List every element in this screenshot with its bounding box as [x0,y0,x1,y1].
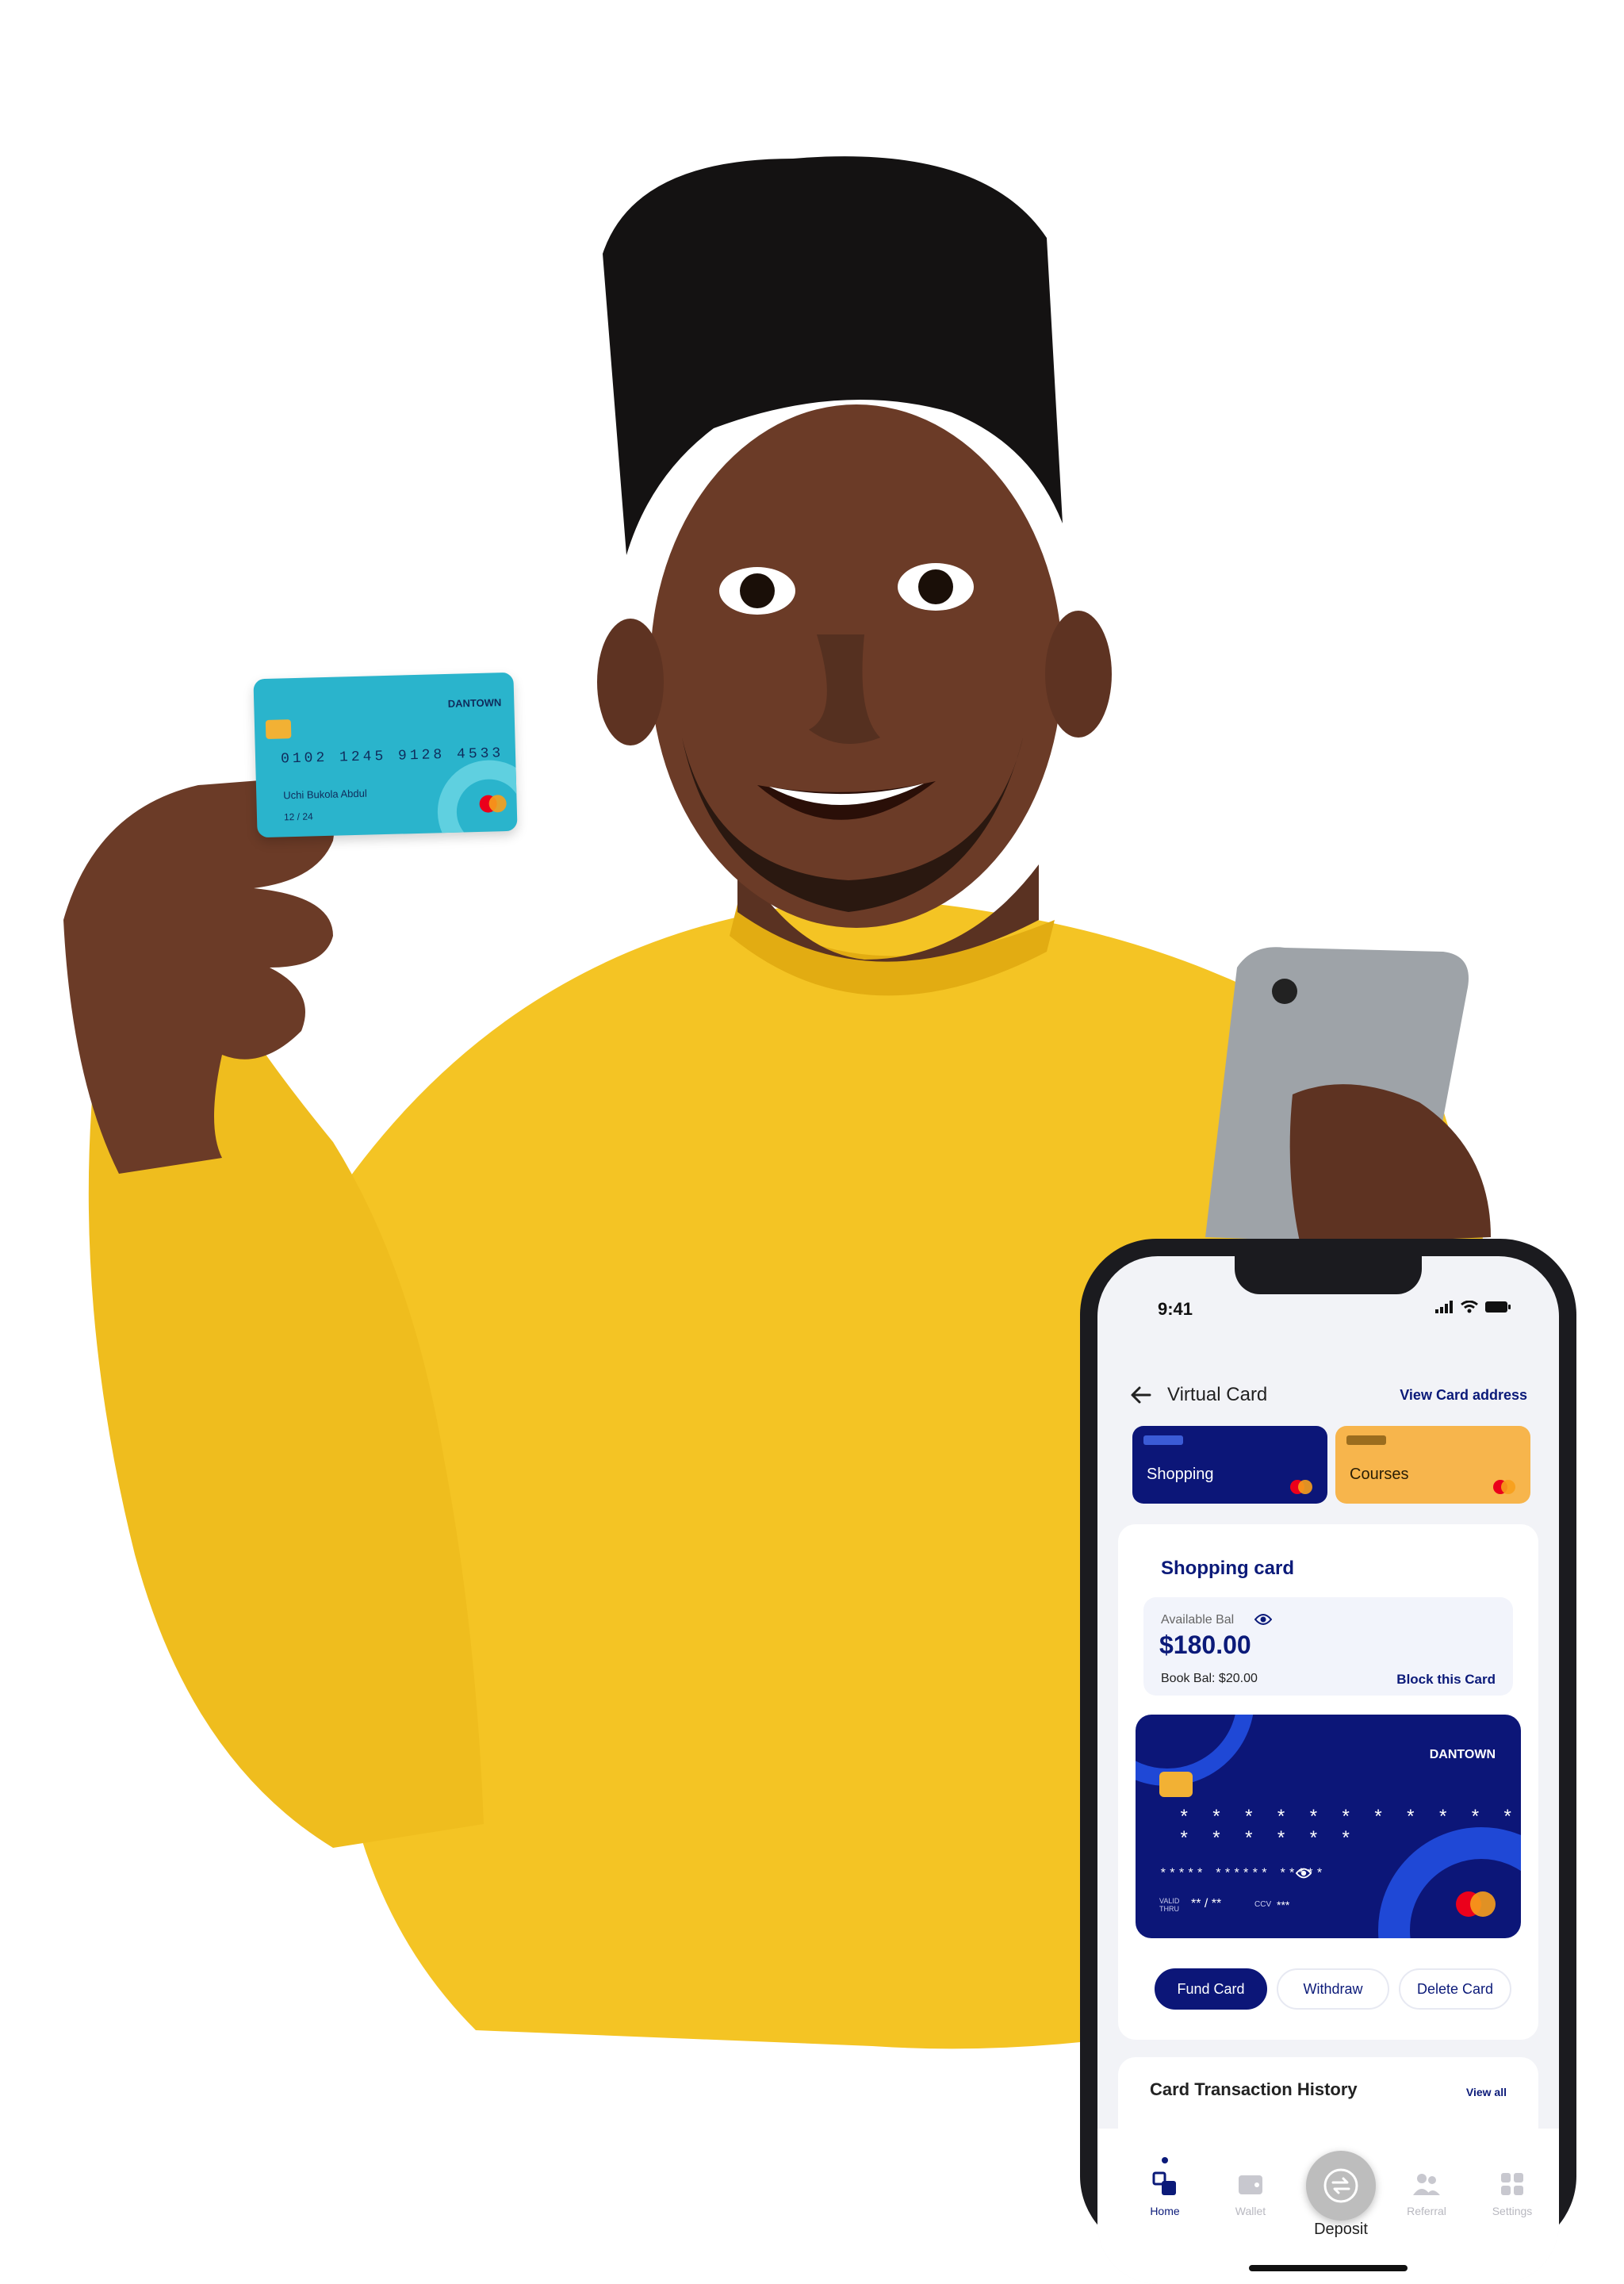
card-tabs: Shopping Courses [1132,1426,1530,1504]
card-decor-arc [1136,1715,1254,1786]
nav-label: Settings [1492,2205,1533,2217]
masked-card-number: * * * * * * * * * * * * * * * * * [1178,1808,1519,1851]
status-icons [1435,1301,1511,1313]
battery-icon [1485,1301,1511,1313]
card-holder-name: Uchi Bukola Abdul [283,787,367,802]
card-chip-icon [265,719,292,739]
phone-frame: 9:41 Virtual Card View Card address Shop… [1080,1239,1576,2284]
mastercard-icon [1456,1891,1496,1917]
nav-label: Deposit [1314,2221,1368,2238]
referral-icon [1413,2174,1440,2195]
history-title: Card Transaction History [1150,2079,1358,2099]
card-actions: Fund Card Withdraw Delete Card [1155,1968,1511,2010]
mastercard-icon [479,795,507,813]
held-credit-card: DANTOWN 0102 1245 9128 4533 Uchi Bukola … [253,672,518,838]
block-card-link[interactable]: Block this Card [1396,1672,1496,1688]
signal-icon [1435,1301,1453,1313]
nav-label: Wallet [1235,2205,1266,2217]
phone-notch [1235,1256,1422,1294]
eye-icon[interactable] [1296,1867,1312,1880]
wifi-icon [1461,1301,1478,1313]
nav-referral[interactable]: Referral [1391,2168,1462,2217]
card-chip-icon [1159,1772,1193,1797]
nav-home[interactable]: Home [1129,2157,1201,2217]
screen-header: Virtual Card View Card address [1129,1375,1527,1415]
nav-label: Referral [1407,2205,1446,2217]
card-tab-label: Courses [1350,1466,1409,1483]
valid-thru-value: ** / ** [1191,1897,1222,1910]
active-indicator [1162,2157,1168,2163]
mastercard-icon [1493,1480,1515,1494]
ccv-label: CCV [1254,1900,1272,1909]
balance-box: Available Bal $180.00 Book Bal: $20.00 B… [1143,1597,1513,1696]
card-tab-shopping[interactable]: Shopping [1132,1426,1327,1504]
fund-card-button[interactable]: Fund Card [1155,1968,1267,2010]
book-balance[interactable]: Book Bal: $20.00 [1161,1672,1258,1686]
view-all-link[interactable]: View all [1466,2086,1507,2098]
swap-icon [1323,2168,1358,2203]
delete-card-button[interactable]: Delete Card [1399,1968,1511,2010]
ccv-value: *** [1277,1899,1290,1911]
valid-thru-label: VALID THRU [1159,1897,1180,1913]
card-brand-logo: DANTOWN [1429,1748,1496,1761]
deposit-fab[interactable] [1306,2151,1376,2221]
panel-title: Shopping card [1161,1558,1294,1579]
settings-grid-icon [1501,2173,1523,2195]
card-expiry: 12 / 24 [283,811,313,823]
card-tab-label: Shopping [1147,1466,1214,1483]
wallet-icon [1239,2175,1262,2194]
virtual-card-display: DANTOWN * * * * * * * * * * * * * * * * … [1136,1715,1521,1938]
card-brand-logo: DANTOWN [447,696,502,710]
page-title: Virtual Card [1167,1384,1268,1405]
available-balance-label: Available Bal [1161,1613,1235,1627]
phone-screen: 9:41 Virtual Card View Card address Shop… [1097,1256,1559,2284]
mastercard-icon [1290,1480,1312,1494]
nav-settings[interactable]: Settings [1477,2168,1548,2217]
available-balance-value: $180.00 [1159,1631,1251,1659]
card-tab-courses[interactable]: Courses [1335,1426,1530,1504]
dantown-mini-logo-icon [1143,1435,1183,1445]
home-icon [1152,2171,1176,2195]
eye-icon[interactable] [1254,1613,1272,1626]
card-detail-panel: Shopping card Available Bal $180.00 Book… [1118,1524,1538,2040]
dantown-mini-logo-icon [1346,1435,1386,1445]
withdraw-button[interactable]: Withdraw [1277,1968,1389,2010]
status-time: 9:41 [1158,1299,1193,1319]
nav-label: Home [1150,2205,1180,2217]
home-indicator [1249,2265,1408,2271]
back-arrow-icon[interactable] [1129,1383,1153,1407]
view-card-address-link[interactable]: View Card address [1400,1387,1527,1404]
nav-wallet[interactable]: Wallet [1215,2168,1286,2217]
bottom-nav: Home Wallet Deposit Referral Settings [1097,2129,1559,2284]
